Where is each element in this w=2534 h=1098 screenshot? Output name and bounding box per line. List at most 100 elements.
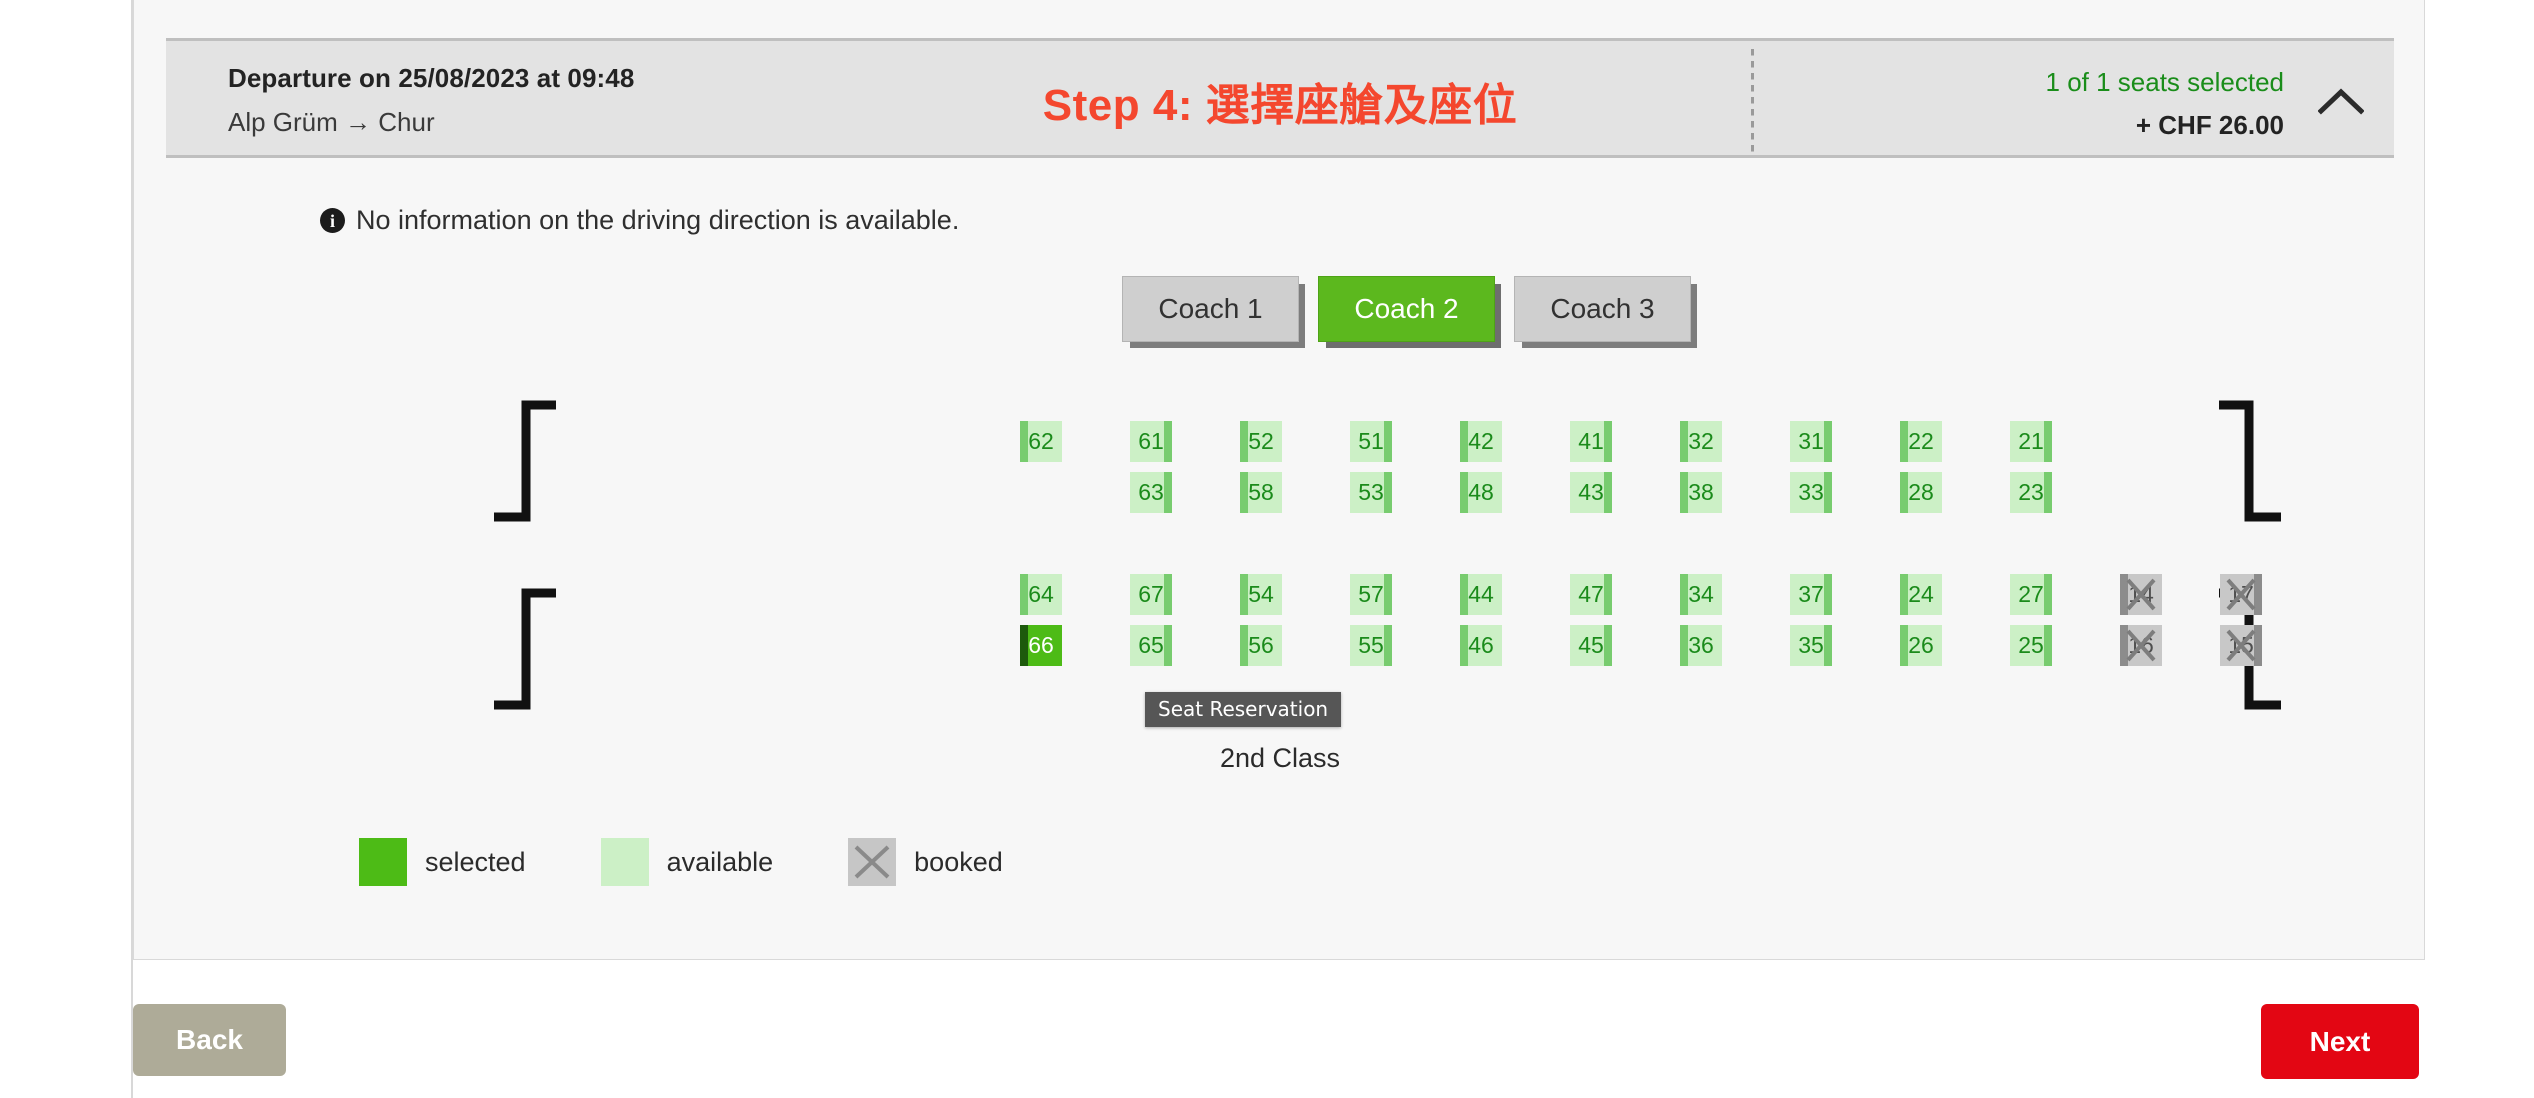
seat-58[interactable]: 58 <box>1240 472 1282 513</box>
seat-51[interactable]: 51 <box>1350 421 1392 462</box>
coach-selector: Coach 1 Coach 2 Coach 3 <box>1122 276 1691 342</box>
seat-62[interactable]: 62 <box>1020 421 1062 462</box>
seat-57[interactable]: 57 <box>1350 574 1392 615</box>
seat-number: 56 <box>1248 632 1274 658</box>
booked-cross-icon <box>2220 574 2262 615</box>
seat-number: 37 <box>1798 581 1824 607</box>
seat-47[interactable]: 47 <box>1570 574 1612 615</box>
seat-number: 24 <box>1908 581 1934 607</box>
seat-56[interactable]: 56 <box>1240 625 1282 666</box>
seat-65[interactable]: 65 <box>1130 625 1172 666</box>
seat-24[interactable]: 24 <box>1900 574 1942 615</box>
seat-67[interactable]: 67 <box>1130 574 1172 615</box>
seat-number: 61 <box>1138 428 1164 454</box>
seat-21[interactable]: 21 <box>2010 421 2052 462</box>
seat-31[interactable]: 31 <box>1790 421 1832 462</box>
seat-backrest-bar <box>1384 574 1392 615</box>
seat-backrest-bar <box>1020 421 1028 462</box>
coach-tab-1[interactable]: Coach 1 <box>1122 276 1299 342</box>
seat-number: 43 <box>1578 479 1604 505</box>
seat-backrest-bar <box>1384 421 1392 462</box>
seat-44[interactable]: 44 <box>1460 574 1502 615</box>
seat-64[interactable]: 64 <box>1020 574 1062 615</box>
seat-46[interactable]: 46 <box>1460 625 1502 666</box>
seat-backrest-bar <box>1900 625 1908 666</box>
seat-55[interactable]: 55 <box>1350 625 1392 666</box>
seat-backrest-bar <box>1020 625 1028 666</box>
seat-35[interactable]: 35 <box>1790 625 1832 666</box>
seat-45[interactable]: 45 <box>1570 625 1612 666</box>
seat-backrest-bar <box>1460 625 1468 666</box>
header-divider <box>1751 49 1754 153</box>
seat-number: 35 <box>1798 632 1824 658</box>
seat-42[interactable]: 42 <box>1460 421 1502 462</box>
seat-backrest-bar <box>1384 472 1392 513</box>
seat-36[interactable]: 36 <box>1680 625 1722 666</box>
class-label: 2nd Class <box>1219 743 1341 773</box>
driving-direction-notice: i No information on the driving directio… <box>320 205 959 236</box>
coach-tab-2[interactable]: Coach 2 <box>1318 276 1495 342</box>
seat-number: 42 <box>1468 428 1494 454</box>
seat-63[interactable]: 63 <box>1130 472 1172 513</box>
seat-41[interactable]: 41 <box>1570 421 1612 462</box>
seat-48[interactable]: 48 <box>1460 472 1502 513</box>
seat-backrest-bar <box>1900 574 1908 615</box>
seat-25[interactable]: 25 <box>2010 625 2052 666</box>
seat-61[interactable]: 61 <box>1130 421 1172 462</box>
seat-backrest-bar <box>1240 574 1248 615</box>
legend-item-selected: selected <box>359 838 526 886</box>
seat-number: 52 <box>1248 428 1274 454</box>
seat-number: 44 <box>1468 581 1494 607</box>
seat-38[interactable]: 38 <box>1680 472 1722 513</box>
seat-37[interactable]: 37 <box>1790 574 1832 615</box>
seat-backrest-bar <box>1164 421 1172 462</box>
seat-number: 33 <box>1798 479 1824 505</box>
seat-number: 45 <box>1578 632 1604 658</box>
seat-backrest-bar <box>1680 421 1688 462</box>
seat-32[interactable]: 32 <box>1680 421 1722 462</box>
seat-53[interactable]: 53 <box>1350 472 1392 513</box>
seat-54[interactable]: 54 <box>1240 574 1282 615</box>
seat-backrest-bar <box>1240 421 1248 462</box>
booked-cross-icon <box>2220 625 2262 666</box>
seat-14: 14 <box>2120 574 2162 615</box>
door-top-right-icon <box>2219 400 2281 522</box>
coach-tab-3[interactable]: Coach 3 <box>1514 276 1691 342</box>
seat-23[interactable]: 23 <box>2010 472 2052 513</box>
seat-66[interactable]: 66 <box>1020 625 1062 666</box>
next-button[interactable]: Next <box>2261 1004 2419 1079</box>
seat-28[interactable]: 28 <box>1900 472 1942 513</box>
seat-33[interactable]: 33 <box>1790 472 1832 513</box>
chevron-up-icon[interactable] <box>2318 85 2364 119</box>
seat-backrest-bar <box>1020 574 1028 615</box>
back-button[interactable]: Back <box>133 1004 286 1076</box>
seat-number: 53 <box>1358 479 1384 505</box>
driving-direction-text: No information on the driving direction … <box>356 205 960 235</box>
seat-27[interactable]: 27 <box>2010 574 2052 615</box>
seat-number: 22 <box>1908 428 1934 454</box>
info-icon: i <box>320 208 345 233</box>
seat-reservation-tooltip: Seat Reservation <box>1145 692 1342 727</box>
seat-number: 38 <box>1688 479 1714 505</box>
seat-backrest-bar <box>1384 625 1392 666</box>
legend-label-available: available <box>666 846 774 877</box>
price-text: + CHF 26.00 <box>2135 110 2284 140</box>
seat-number: 62 <box>1028 428 1054 454</box>
seat-16: 16 <box>2120 625 2162 666</box>
legend-label-selected: selected <box>425 846 526 877</box>
seat-number: 36 <box>1688 632 1714 658</box>
seat-number: 46 <box>1468 632 1494 658</box>
seat-number: 34 <box>1688 581 1714 607</box>
legend-label-booked: booked <box>914 846 1003 877</box>
seat-43[interactable]: 43 <box>1570 472 1612 513</box>
seat-number: 27 <box>2018 581 2044 607</box>
seat-number: 28 <box>1908 479 1934 505</box>
seat-34[interactable]: 34 <box>1680 574 1722 615</box>
legend-item-booked: booked <box>848 838 1003 886</box>
seat-26[interactable]: 26 <box>1900 625 1942 666</box>
seat-22[interactable]: 22 <box>1900 421 1942 462</box>
seat-backrest-bar <box>1164 472 1172 513</box>
seat-52[interactable]: 52 <box>1240 421 1282 462</box>
seat-backrest-bar <box>2044 574 2052 615</box>
seat-number: 23 <box>2018 479 2044 505</box>
